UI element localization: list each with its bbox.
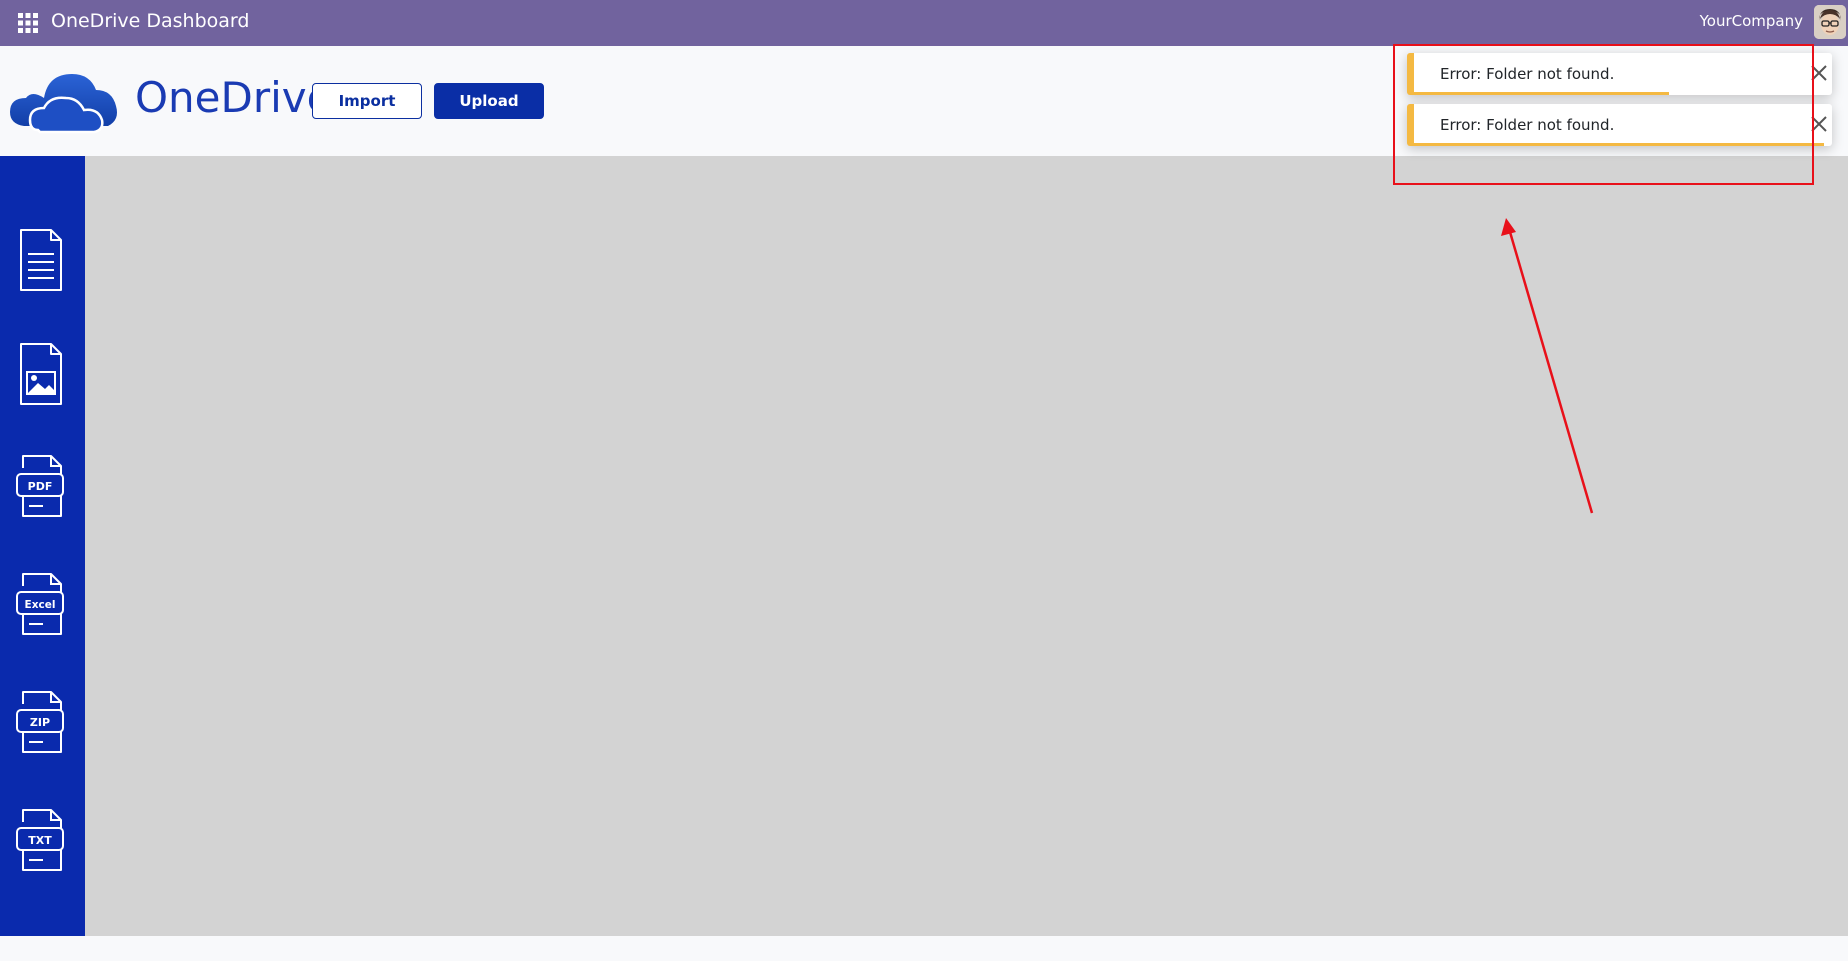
app-title[interactable]: OneDrive Dashboard xyxy=(51,9,249,33)
top-navbar: OneDrive Dashboard YourCompany xyxy=(0,0,1848,46)
notification-progress-bar xyxy=(1414,92,1669,95)
error-notification: Error: Folder not found. xyxy=(1407,53,1832,95)
notification-message: Error: Folder not found. xyxy=(1440,65,1615,83)
notification-progress-bar xyxy=(1414,143,1824,146)
file-content-area xyxy=(85,156,1848,936)
onedrive-cloud-icon xyxy=(10,74,117,134)
company-switcher[interactable]: YourCompany xyxy=(1700,12,1803,30)
document-icon[interactable] xyxy=(13,228,67,292)
import-button[interactable]: Import xyxy=(312,83,422,119)
pdf-file-icon[interactable]: PDF xyxy=(13,454,67,518)
notification-message: Error: Folder not found. xyxy=(1440,116,1615,134)
image-file-icon[interactable] xyxy=(13,342,67,406)
upload-button[interactable]: Upload xyxy=(434,83,544,119)
avatar-face-icon xyxy=(1814,5,1846,39)
close-icon[interactable] xyxy=(1808,113,1830,135)
error-notification: Error: Folder not found. xyxy=(1407,104,1832,146)
txt-file-icon[interactable]: TXT xyxy=(13,808,67,872)
zip-file-icon[interactable]: ZIP xyxy=(13,690,67,754)
close-icon[interactable] xyxy=(1808,62,1830,84)
user-avatar[interactable] xyxy=(1814,5,1846,39)
txt-icon-label: TXT xyxy=(28,834,52,847)
zip-icon-label: ZIP xyxy=(30,716,50,729)
brand-title: OneDrive xyxy=(135,73,333,122)
excel-file-icon[interactable]: Excel xyxy=(13,572,67,636)
file-type-sidebar: PDF Excel ZIP TXT xyxy=(0,156,85,936)
footer-strip xyxy=(0,936,1800,961)
excel-icon-label: Excel xyxy=(25,599,56,611)
pdf-icon-label: PDF xyxy=(28,480,53,493)
apps-grid-icon[interactable] xyxy=(18,13,38,33)
